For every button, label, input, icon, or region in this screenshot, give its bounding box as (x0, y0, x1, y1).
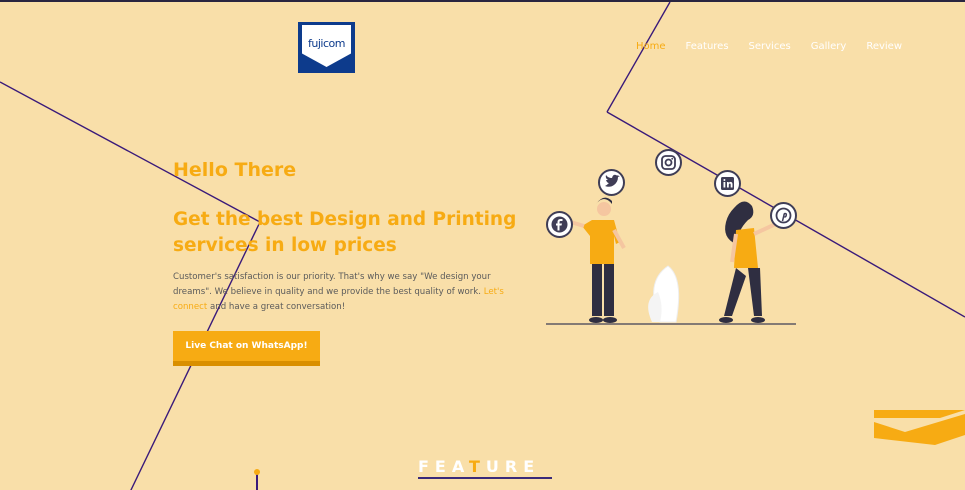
nav-item-gallery[interactable]: Gallery (811, 41, 847, 52)
logo-text: fujicom (308, 37, 345, 50)
main-nav: Home Features Services Gallery Review (636, 41, 922, 52)
hero-headline: Get the best Design and Printing service… (173, 209, 517, 256)
facebook-icon[interactable] (546, 211, 573, 238)
brand-logo[interactable]: fujicom (298, 22, 355, 73)
pinterest-icon[interactable] (770, 202, 797, 229)
nav-item-review[interactable]: Review (866, 41, 902, 52)
hero-greeting: Hello There (173, 159, 297, 181)
twitter-icon[interactable] (598, 169, 625, 196)
nav-item-services[interactable]: Services (749, 41, 791, 52)
instagram-icon[interactable] (655, 149, 682, 176)
nav-item-home[interactable]: Home (636, 41, 666, 52)
linkedin-icon[interactable] (714, 170, 741, 197)
hero-description: Customer's satisfaction is our priority.… (173, 270, 508, 315)
whatsapp-chat-button[interactable]: Live Chat on WhatsApp! (173, 331, 320, 366)
feature-title-start: FEA (418, 457, 469, 476)
feature-title-end: URE (485, 457, 541, 476)
nav-item-features[interactable]: Features (686, 41, 729, 52)
description-text-end: and have a great conversation! (207, 302, 346, 312)
logo-badge: fujicom (302, 25, 351, 67)
feature-section-title: FEATURE (418, 457, 552, 479)
feature-title-highlight: T (469, 457, 486, 476)
description-text: Customer's satisfaction is our priority.… (173, 272, 491, 297)
